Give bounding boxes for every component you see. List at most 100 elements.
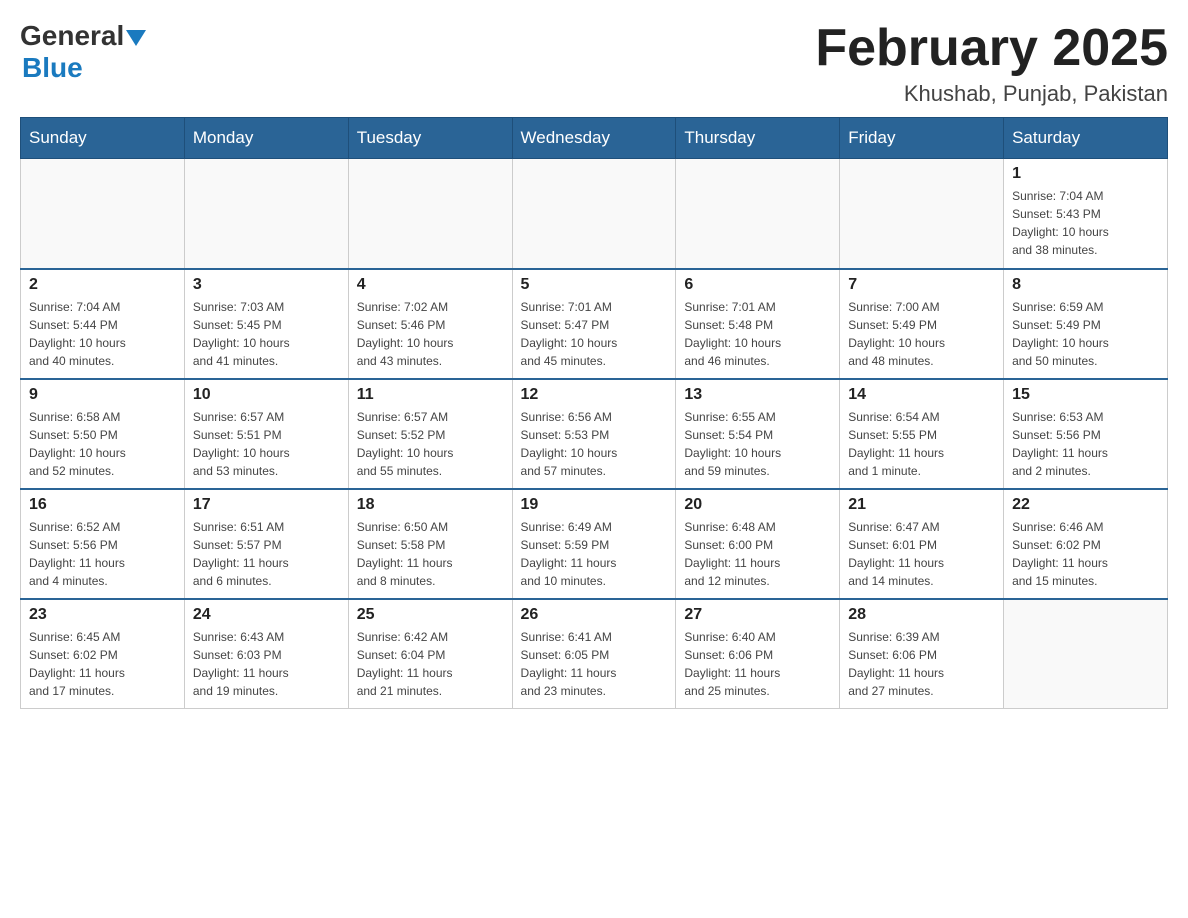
day-number: 7 — [848, 276, 995, 294]
calendar-cell: 18Sunrise: 6:50 AMSunset: 5:58 PMDayligh… — [348, 489, 512, 599]
calendar-week-row: 16Sunrise: 6:52 AMSunset: 5:56 PMDayligh… — [21, 489, 1168, 599]
logo: General Blue — [20, 20, 146, 84]
calendar-cell: 20 Sunrise: 6:48 AMSunset: 6:00 PMDayligh… — [676, 489, 840, 599]
calendar-week-row: 2Sunrise: 7:04 AMSunset: 5:44 PMDaylight… — [21, 269, 1168, 379]
weekday-header: Friday — [840, 118, 1004, 159]
day-info: Sunrise: 7:03 AMSunset: 5:45 PMDaylight:… — [193, 298, 340, 370]
calendar-cell: 19 Sunrise: 6:49 AMSunset: 5:59 PMDayligh… — [512, 489, 676, 599]
calendar-cell: 9Sunrise: 6:58 AMSunset: 5:50 PMDaylight… — [21, 379, 185, 489]
day-number: 11 — [357, 386, 504, 404]
calendar-cell: 12 Sunrise: 6:56 AMSunset: 5:53 PMDayligh… — [512, 379, 676, 489]
day-number: 20 — [684, 496, 831, 514]
calendar-cell: 21Sunrise: 6:47 AMSunset: 6:01 PMDayligh… — [840, 489, 1004, 599]
logo-general-text: General — [20, 20, 124, 52]
day-number: 3 — [193, 276, 340, 294]
weekday-header: Thursday — [676, 118, 840, 159]
day-number: 17 — [193, 496, 340, 514]
day-info: Sunrise: 6:59 AMSunset: 5:49 PMDaylight:… — [1012, 298, 1159, 370]
calendar-cell: 7 Sunrise: 7:00 AMSunset: 5:49 PMDaylight… — [840, 269, 1004, 379]
calendar-cell: 13 Sunrise: 6:55 AMSunset: 5:54 PMDayligh… — [676, 379, 840, 489]
calendar-cell: 5Sunrise: 7:01 AMSunset: 5:47 PMDaylight… — [512, 269, 676, 379]
day-info: Sunrise: 6:43 AMSunset: 6:03 PMDaylight:… — [193, 628, 340, 700]
page-header: General Blue February 2025 Khushab, Punj… — [20, 20, 1168, 107]
calendar-cell: 17 Sunrise: 6:51 AMSunset: 5:57 PMDayligh… — [184, 489, 348, 599]
month-title: February 2025 — [815, 20, 1168, 77]
day-number: 12 — [521, 386, 668, 404]
day-info: Sunrise: 6:51 AMSunset: 5:57 PMDaylight:… — [193, 518, 340, 590]
day-info: Sunrise: 6:40 AMSunset: 6:06 PMDaylight:… — [684, 628, 831, 700]
calendar-cell: 4 Sunrise: 7:02 AMSunset: 5:46 PMDaylight… — [348, 269, 512, 379]
day-info: Sunrise: 6:52 AMSunset: 5:56 PMDaylight:… — [29, 518, 176, 590]
calendar-cell — [348, 159, 512, 269]
calendar-cell: 25 Sunrise: 6:42 AMSunset: 6:04 PMDayligh… — [348, 599, 512, 709]
day-number: 23 — [29, 606, 176, 624]
calendar-week-row: 9Sunrise: 6:58 AMSunset: 5:50 PMDaylight… — [21, 379, 1168, 489]
location-title: Khushab, Punjab, Pakistan — [815, 81, 1168, 107]
day-info: Sunrise: 6:57 AMSunset: 5:52 PMDaylight:… — [357, 408, 504, 480]
day-info: Sunrise: 6:57 AMSunset: 5:51 PMDaylight:… — [193, 408, 340, 480]
day-number: 8 — [1012, 276, 1159, 294]
calendar-table: SundayMondayTuesdayWednesdayThursdayFrid… — [20, 117, 1168, 709]
day-number: 18 — [357, 496, 504, 514]
calendar-cell: 16Sunrise: 6:52 AMSunset: 5:56 PMDayligh… — [21, 489, 185, 599]
day-info: Sunrise: 6:42 AMSunset: 6:04 PMDaylight:… — [357, 628, 504, 700]
calendar-cell: 3 Sunrise: 7:03 AMSunset: 5:45 PMDaylight… — [184, 269, 348, 379]
calendar-cell — [21, 159, 185, 269]
day-info: Sunrise: 7:04 AMSunset: 5:44 PMDaylight:… — [29, 298, 176, 370]
calendar-cell: 26Sunrise: 6:41 AMSunset: 6:05 PMDayligh… — [512, 599, 676, 709]
day-number: 9 — [29, 386, 176, 404]
day-number: 25 — [357, 606, 504, 624]
calendar-cell: 6Sunrise: 7:01 AMSunset: 5:48 PMDaylight… — [676, 269, 840, 379]
weekday-header: Wednesday — [512, 118, 676, 159]
day-number: 15 — [1012, 386, 1159, 404]
day-info: Sunrise: 6:56 AMSunset: 5:53 PMDaylight:… — [521, 408, 668, 480]
calendar-cell: 1 Sunrise: 7:04 AMSunset: 5:43 PMDaylight… — [1004, 159, 1168, 269]
weekday-header: Monday — [184, 118, 348, 159]
weekday-header: Saturday — [1004, 118, 1168, 159]
day-info: Sunrise: 7:04 AMSunset: 5:43 PMDaylight:… — [1012, 187, 1159, 259]
day-number: 13 — [684, 386, 831, 404]
calendar-cell: 28 Sunrise: 6:39 AMSunset: 6:06 PMDayligh… — [840, 599, 1004, 709]
day-info: Sunrise: 7:02 AMSunset: 5:46 PMDaylight:… — [357, 298, 504, 370]
calendar-cell: 14Sunrise: 6:54 AMSunset: 5:55 PMDayligh… — [840, 379, 1004, 489]
day-number: 14 — [848, 386, 995, 404]
calendar-cell: 8 Sunrise: 6:59 AMSunset: 5:49 PMDaylight… — [1004, 269, 1168, 379]
calendar-week-row: 23Sunrise: 6:45 AMSunset: 6:02 PMDayligh… — [21, 599, 1168, 709]
calendar-cell: 27 Sunrise: 6:40 AMSunset: 6:06 PMDayligh… — [676, 599, 840, 709]
day-info: Sunrise: 6:48 AMSunset: 6:00 PMDaylight:… — [684, 518, 831, 590]
title-block: February 2025 Khushab, Punjab, Pakistan — [815, 20, 1168, 107]
day-info: Sunrise: 6:46 AMSunset: 6:02 PMDaylight:… — [1012, 518, 1159, 590]
calendar-week-row: 1 Sunrise: 7:04 AMSunset: 5:43 PMDaylight… — [21, 159, 1168, 269]
day-number: 22 — [1012, 496, 1159, 514]
day-number: 10 — [193, 386, 340, 404]
day-number: 4 — [357, 276, 504, 294]
day-info: Sunrise: 7:01 AMSunset: 5:47 PMDaylight:… — [521, 298, 668, 370]
day-info: Sunrise: 6:39 AMSunset: 6:06 PMDaylight:… — [848, 628, 995, 700]
day-number: 1 — [1012, 165, 1159, 183]
calendar-cell: 24 Sunrise: 6:43 AMSunset: 6:03 PMDayligh… — [184, 599, 348, 709]
calendar-cell — [512, 159, 676, 269]
logo-triangle-icon — [126, 30, 146, 46]
calendar-cell: 2Sunrise: 7:04 AMSunset: 5:44 PMDaylight… — [21, 269, 185, 379]
day-number: 19 — [521, 496, 668, 514]
day-number: 21 — [848, 496, 995, 514]
day-info: Sunrise: 6:41 AMSunset: 6:05 PMDaylight:… — [521, 628, 668, 700]
weekday-header: Tuesday — [348, 118, 512, 159]
calendar-cell — [676, 159, 840, 269]
logo-blue-text: Blue — [22, 52, 83, 83]
day-info: Sunrise: 7:00 AMSunset: 5:49 PMDaylight:… — [848, 298, 995, 370]
calendar-cell: 11 Sunrise: 6:57 AMSunset: 5:52 PMDayligh… — [348, 379, 512, 489]
day-number: 27 — [684, 606, 831, 624]
calendar-cell: 10 Sunrise: 6:57 AMSunset: 5:51 PMDayligh… — [184, 379, 348, 489]
calendar-cell — [840, 159, 1004, 269]
day-info: Sunrise: 6:53 AMSunset: 5:56 PMDaylight:… — [1012, 408, 1159, 480]
calendar-cell: 23Sunrise: 6:45 AMSunset: 6:02 PMDayligh… — [21, 599, 185, 709]
day-number: 24 — [193, 606, 340, 624]
weekday-header: Sunday — [21, 118, 185, 159]
day-number: 28 — [848, 606, 995, 624]
day-info: Sunrise: 7:01 AMSunset: 5:48 PMDaylight:… — [684, 298, 831, 370]
day-info: Sunrise: 6:49 AMSunset: 5:59 PMDaylight:… — [521, 518, 668, 590]
calendar-cell: 15 Sunrise: 6:53 AMSunset: 5:56 PMDayligh… — [1004, 379, 1168, 489]
calendar-header-row: SundayMondayTuesdayWednesdayThursdayFrid… — [21, 118, 1168, 159]
day-info: Sunrise: 6:55 AMSunset: 5:54 PMDaylight:… — [684, 408, 831, 480]
